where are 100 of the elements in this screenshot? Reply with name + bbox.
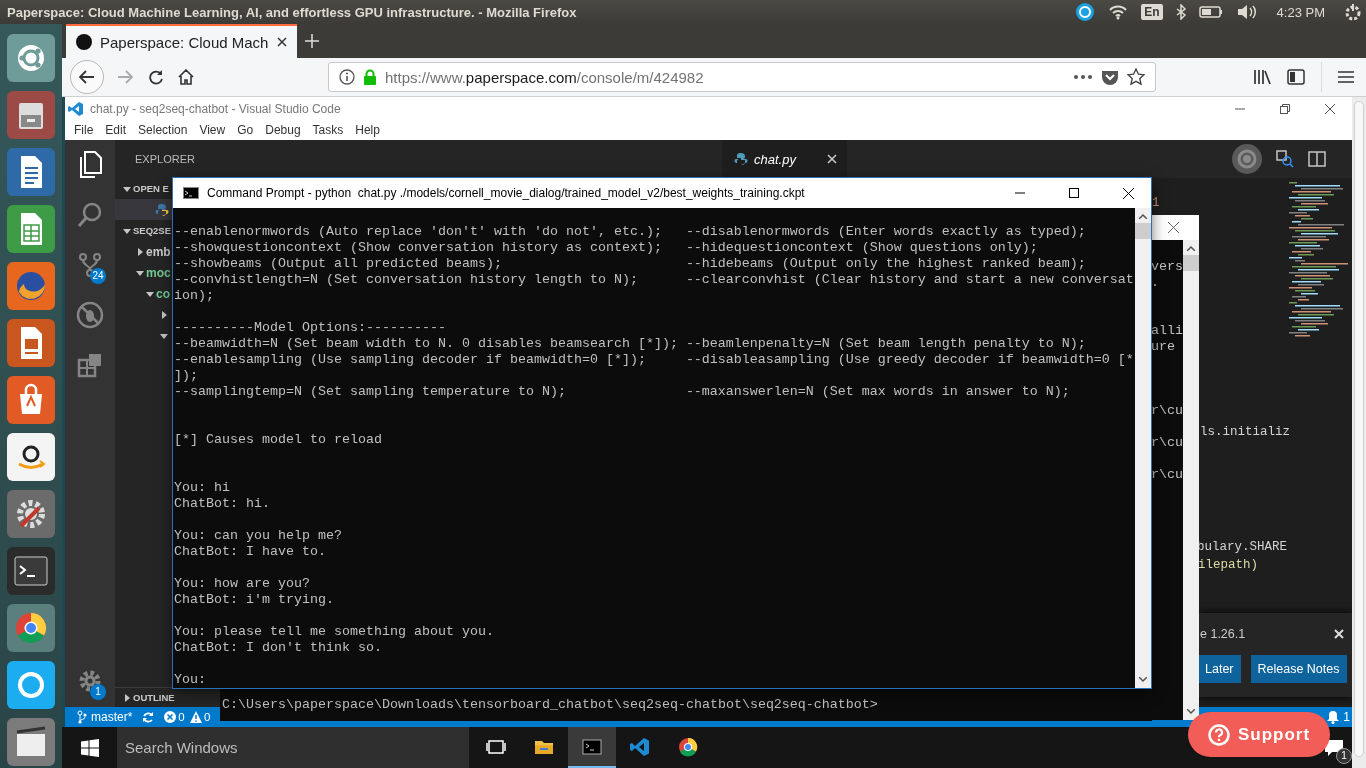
back-arrow-icon	[79, 70, 95, 84]
home-icon[interactable]	[178, 69, 194, 85]
console-text: ]);	[174, 368, 198, 383]
clapperboard-icon[interactable]	[7, 718, 55, 766]
more-dots-icon[interactable]	[1073, 74, 1093, 80]
back-button[interactable]	[70, 60, 104, 94]
console-app-icon	[582, 736, 602, 757]
branch-status[interactable]: master*	[77, 710, 133, 724]
console-text: ChatBot: hi.	[174, 496, 270, 511]
close-icon[interactable]	[1324, 103, 1335, 114]
menu-item[interactable]: Edit	[99, 123, 133, 137]
scroll-thumb[interactable]	[1135, 223, 1151, 239]
presentation-icon[interactable]	[7, 319, 55, 367]
extensions-icon[interactable]	[77, 352, 103, 378]
window-title: Paperspace: Cloud Machine Learning, AI, and effortless GPU infrastructure. - Mozilla Firefox	[7, 4, 578, 20]
section-header[interactable]: SEQ2SE	[133, 225, 172, 236]
document-icon[interactable]	[7, 148, 55, 196]
console-text: --samplingtemp=N (Set sampling temperature to N);	[174, 384, 567, 400]
menu-item[interactable]: Tasks	[306, 123, 350, 137]
console-text: --disableasampling (Use greedy decoder if beamwidth=0 [*	[685, 352, 1134, 368]
search-icon[interactable]	[77, 202, 103, 228]
sidebar-icon[interactable]	[1287, 69, 1305, 85]
caret-down-icon[interactable]	[136, 268, 144, 277]
caret-right-icon[interactable]	[160, 310, 168, 319]
lock-icon[interactable]	[363, 69, 377, 85]
notification-button[interactable]: Release Notes	[1250, 655, 1347, 683]
volume-icon[interactable]	[1235, 4, 1258, 20]
file-cabinet-icon[interactable]	[7, 91, 55, 139]
browser-icon[interactable]	[7, 262, 55, 310]
folder-name[interactable]: co	[156, 286, 170, 301]
battery-icon[interactable]	[1198, 5, 1223, 19]
problems-status[interactable]: 0 0	[164, 711, 211, 723]
pocket-icon[interactable]	[1101, 69, 1119, 85]
notifications-status[interactable]: 1	[1327, 710, 1350, 724]
scroll-up-icon[interactable]	[1187, 246, 1195, 251]
round-browser-icon[interactable]	[7, 604, 55, 652]
restore-icon[interactable]	[1279, 103, 1290, 114]
compare-icon[interactable]	[1276, 150, 1294, 168]
search-field[interactable]: Search Windows	[117, 727, 469, 768]
ubuntu-logo-icon[interactable]	[7, 34, 55, 82]
menu-item[interactable]: View	[193, 123, 232, 137]
tab-close-icon[interactable]	[277, 37, 287, 47]
console-text: --convhistlength=N (Set conversation history length to N);	[174, 272, 639, 288]
notification-button[interactable]: Later	[1198, 655, 1241, 683]
section-header[interactable]: OUTLINE	[133, 692, 175, 703]
warning-icon	[189, 711, 202, 723]
python-file-icon	[734, 152, 748, 166]
split-editor-icon[interactable]	[1308, 151, 1326, 167]
bookmark-star-icon[interactable]	[1127, 68, 1145, 86]
scroll-down-icon[interactable]	[1139, 677, 1147, 682]
close-icon[interactable]	[1122, 187, 1134, 199]
shopping-bag-icon[interactable]	[7, 376, 55, 424]
scroll-thumb[interactable]	[1183, 255, 1199, 271]
new-tab-icon[interactable]	[305, 34, 319, 48]
no-bug-icon[interactable]	[76, 301, 104, 329]
record-circle-icon[interactable]	[1232, 144, 1262, 174]
bluetooth-icon[interactable]	[1175, 4, 1186, 20]
scroll-down-icon[interactable]	[1187, 709, 1195, 714]
caret-down-icon[interactable]	[146, 289, 154, 298]
menu-item[interactable]: File	[68, 123, 100, 137]
count-badge: 1	[1336, 748, 1352, 764]
reload-icon[interactable]	[148, 69, 164, 85]
console-text: .	[1151, 275, 1159, 290]
terminal-icon[interactable]	[7, 547, 55, 595]
address-bar[interactable]: https://www.paperspace.com/console/m/424982	[328, 62, 1156, 92]
caret-down-icon[interactable]	[123, 184, 131, 193]
menu-item[interactable]: Debug	[259, 123, 307, 137]
spreadsheet-icon[interactable]	[7, 205, 55, 253]
settings-icon[interactable]	[7, 490, 55, 538]
chat-tray-icon[interactable]	[1075, 2, 1096, 22]
caret-right-icon[interactable]	[136, 247, 144, 256]
menu-icon[interactable]	[1338, 70, 1354, 84]
power-icon[interactable]	[1344, 3, 1362, 21]
source-control-icon[interactable]	[77, 252, 103, 278]
menu-item[interactable]: Selection	[132, 123, 194, 137]
info-icon[interactable]	[339, 69, 355, 85]
sync-icon[interactable]	[142, 711, 155, 723]
folder-name[interactable]: moc	[146, 265, 171, 280]
caret-right-icon[interactable]	[123, 693, 131, 702]
console-text: --showquestioncontext (Show conversation history as context);	[174, 240, 663, 256]
keyboard-layout-indicator[interactable]: En	[1141, 4, 1163, 20]
error-icon	[164, 711, 177, 723]
browser-tab[interactable]: Paperspace: Cloud Mach	[66, 24, 297, 58]
folder-name[interactable]: emb	[146, 244, 171, 259]
count-badge: 24	[90, 268, 106, 284]
library-icon[interactable]	[1253, 69, 1271, 85]
taskbar-button[interactable]	[568, 727, 616, 768]
menu-item[interactable]: Help	[349, 123, 386, 137]
open-file-row[interactable]	[115, 199, 173, 220]
chat-app-icon[interactable]	[7, 661, 55, 709]
maximize-icon[interactable]	[1069, 188, 1079, 198]
scroll-up-icon[interactable]	[1139, 214, 1147, 219]
caret-down-icon[interactable]	[160, 331, 168, 340]
wifi-icon[interactable]	[1108, 4, 1129, 20]
files-icon[interactable]	[77, 151, 103, 179]
editor-tab[interactable]: chat.py	[722, 140, 847, 178]
section-header[interactable]: OPEN E	[133, 183, 169, 194]
caret-down-icon[interactable]	[123, 226, 131, 235]
menu-item[interactable]: Go	[231, 123, 260, 137]
console-text: r\cu	[1151, 403, 1183, 418]
